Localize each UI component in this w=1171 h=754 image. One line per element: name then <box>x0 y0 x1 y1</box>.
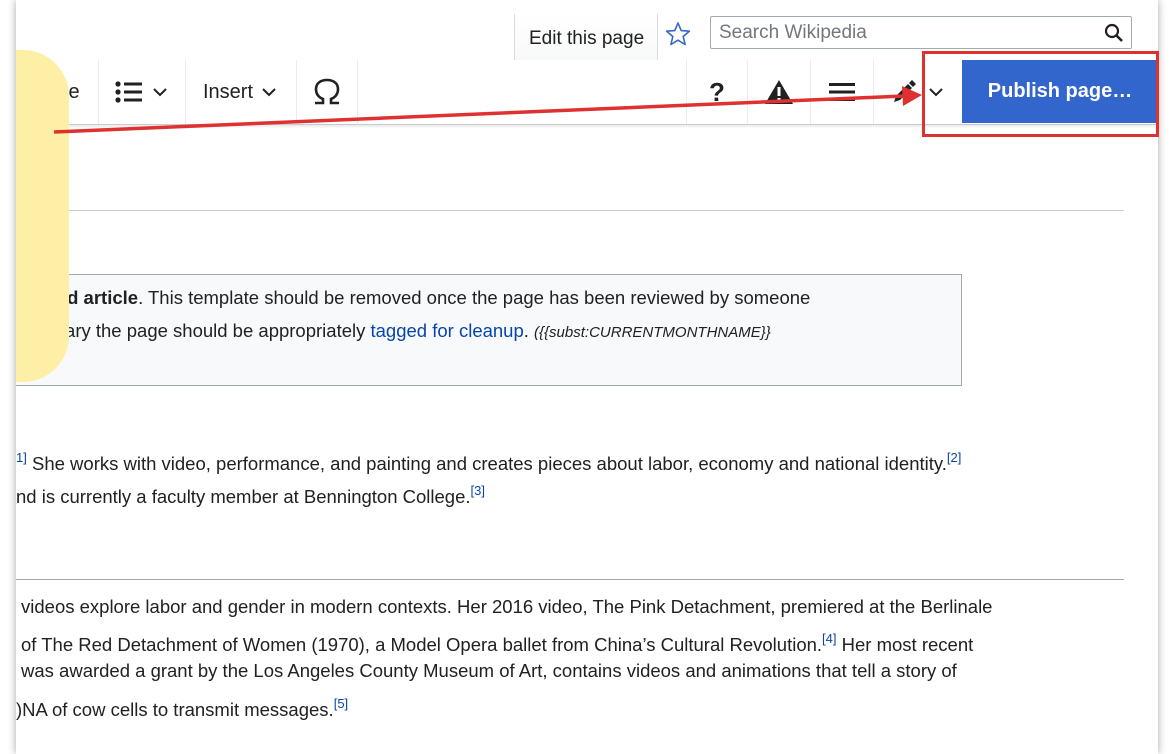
annotation-arrow-icon <box>53 86 922 134</box>
